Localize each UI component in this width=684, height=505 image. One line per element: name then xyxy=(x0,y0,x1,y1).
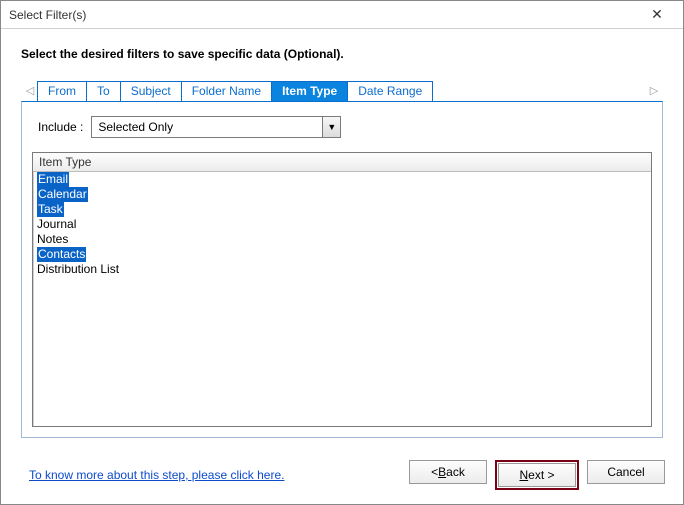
wizard-buttons: < Back Next > Cancel xyxy=(409,460,665,490)
dialog-content: Select the desired filters to save speci… xyxy=(1,29,683,446)
include-value: Selected Only xyxy=(92,117,322,137)
instruction-text: Select the desired filters to save speci… xyxy=(21,47,663,61)
tab-subject[interactable]: Subject xyxy=(120,81,182,101)
tab-date-range[interactable]: Date Range xyxy=(347,81,433,101)
back-button[interactable]: < Back xyxy=(409,460,487,484)
include-label: Include : xyxy=(38,120,83,134)
dialog-footer: To know more about this step, please cli… xyxy=(1,446,683,504)
next-button[interactable]: Next > xyxy=(498,463,576,487)
item-type-listbox[interactable]: Item Type EmailCalendarTaskJournalNotesC… xyxy=(32,152,652,427)
window-title: Select Filter(s) xyxy=(9,8,86,22)
next-button-highlight: Next > xyxy=(495,460,579,490)
tab-scroll-row: ◁ FromToSubjectFolder NameItem TypeDate … xyxy=(21,79,663,101)
select-filters-dialog: Select Filter(s) ✕ Select the desired fi… xyxy=(0,0,684,505)
include-combobox[interactable]: Selected Only ▼ xyxy=(91,116,341,138)
tab-panel-item-type: Include : Selected Only ▼ Item Type Emai… xyxy=(21,101,663,438)
list-item[interactable]: Distribution List xyxy=(33,262,651,277)
list-item[interactable]: Notes xyxy=(33,232,651,247)
list-item[interactable]: Contacts xyxy=(33,247,651,262)
filter-tabs: FromToSubjectFolder NameItem TypeDate Ra… xyxy=(37,79,432,101)
titlebar: Select Filter(s) ✕ xyxy=(1,1,683,29)
include-row: Include : Selected Only ▼ xyxy=(38,116,652,138)
cancel-button[interactable]: Cancel xyxy=(587,460,665,484)
item-type-list-body: EmailCalendarTaskJournalNotesContactsDis… xyxy=(33,172,651,426)
item-type-column-header[interactable]: Item Type xyxy=(33,153,651,172)
list-item[interactable]: Journal xyxy=(33,217,651,232)
tab-from[interactable]: From xyxy=(37,81,87,101)
tab-item-type[interactable]: Item Type xyxy=(271,81,348,101)
list-item[interactable]: Email xyxy=(33,172,651,187)
tab-folder-name[interactable]: Folder Name xyxy=(181,81,272,101)
close-icon[interactable]: ✕ xyxy=(637,6,677,23)
list-item[interactable]: Calendar xyxy=(33,187,651,202)
tab-to[interactable]: To xyxy=(86,81,121,101)
list-item[interactable]: Task xyxy=(33,202,651,217)
tab-scroll-left-icon[interactable]: ◁ xyxy=(23,84,37,97)
tab-scroll-right-icon[interactable]: ▷ xyxy=(647,84,661,97)
chevron-down-icon[interactable]: ▼ xyxy=(322,117,340,137)
help-link[interactable]: To know more about this step, please cli… xyxy=(29,468,284,482)
